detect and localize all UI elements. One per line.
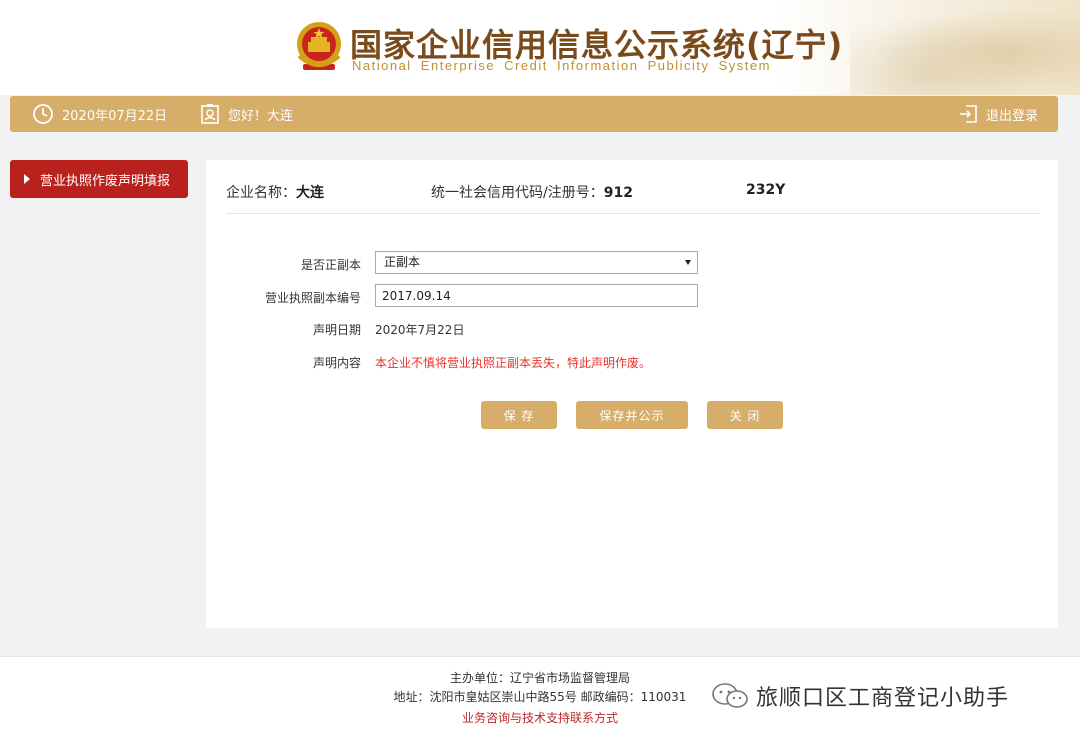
decl-content-label: 声明内容 (312, 356, 361, 370)
company-name: 大连 (296, 185, 324, 201)
user-greeting: 您好！大连 (200, 96, 293, 132)
copy-type-selected: 正副本 (384, 255, 421, 269)
license-no-label: 营业执照副本编号 (264, 291, 361, 305)
top-bar: 2020年07月22日 您好！大连 退出登录 (10, 96, 1058, 132)
national-emblem-icon (297, 22, 341, 70)
company-name-label: 企业名称： (226, 185, 296, 201)
watermark-text: 旅顺口区工商登记小助手 (756, 686, 1010, 711)
clock-icon (33, 104, 53, 124)
divider (226, 213, 1039, 214)
logout-link[interactable]: 退出登录 (958, 96, 1038, 132)
greeting-text: 您好！大连 (228, 108, 294, 124)
current-date: 2020年07月22日 (62, 108, 168, 124)
site-header: 国家企业信用信息公示系统(辽宁) National Enterprise Cre… (0, 0, 1080, 95)
decl-date-label: 声明日期 (312, 323, 361, 337)
main-panel: 企业名称：大连 统一社会信用代码/注册号：912 232Y 是否正副本 正副本 … (206, 160, 1058, 628)
copy-type-select[interactable]: 正副本 (375, 251, 698, 274)
sidebar-item-license-void-declaration[interactable]: 营业执照作废声明填报 (10, 160, 188, 198)
license-no-input[interactable] (375, 284, 698, 307)
credit-code-part1: 912 (603, 185, 633, 201)
logout-icon (960, 105, 977, 123)
copy-type-label: 是否正副本 (300, 258, 361, 272)
save-publish-button[interactable]: 保存并公示 (576, 401, 688, 429)
decl-date-value: 2020年7月22日 (375, 323, 465, 337)
site-subtitle: National Enterprise Credit Information P… (352, 58, 771, 73)
header-decoration (850, 0, 1080, 95)
credit-code-field: 统一社会信用代码/注册号：912 (431, 182, 633, 202)
wechat-icon (712, 683, 748, 708)
credit-code-part2: 232Y (746, 182, 786, 198)
close-button[interactable]: 关 闭 (707, 401, 783, 429)
sidebar-item-label: 营业执照作废声明填报 (40, 173, 171, 189)
date-display: 2020年07月22日 (32, 96, 167, 132)
company-info: 企业名称：大连 统一社会信用代码/注册号：912 232Y (226, 182, 1038, 202)
user-badge-icon (201, 104, 219, 124)
watermark: 旅顺口区工商登记小助手 (710, 680, 1009, 712)
decl-content-value: 本企业不慎将营业执照正副本丢失，特此声明作废。 (375, 356, 652, 370)
logout-label: 退出登录 (986, 108, 1039, 124)
save-button[interactable]: 保 存 (481, 401, 557, 429)
dropdown-arrow-icon (685, 260, 691, 265)
credit-code-label: 统一社会信用代码/注册号： (431, 185, 604, 201)
company-name-field: 企业名称：大连 (226, 182, 324, 202)
caret-right-icon (24, 174, 30, 184)
